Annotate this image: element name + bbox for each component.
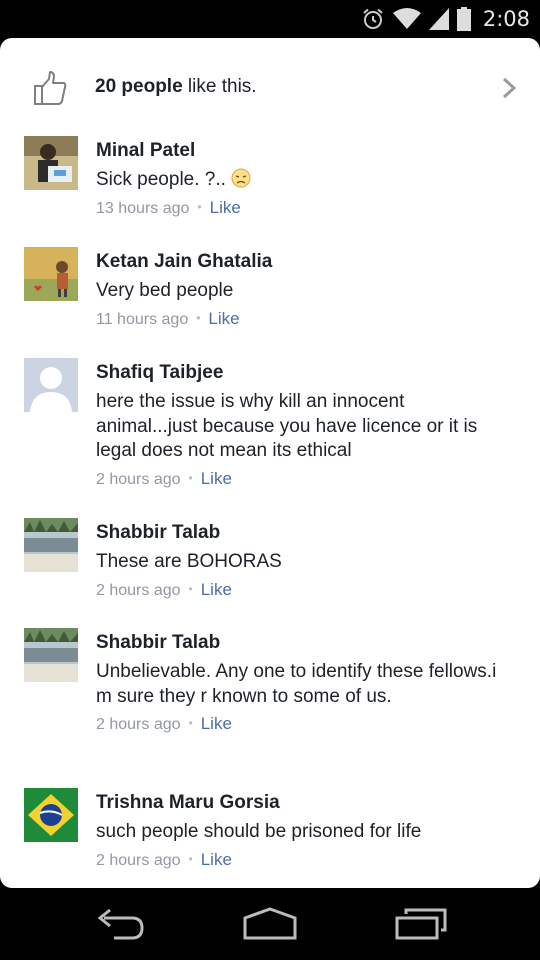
comment-body: Shabbir Talab Unbelievable. Any one to i…	[96, 631, 510, 736]
commenter-name[interactable]: Trishna Maru Gorsia	[96, 791, 510, 815]
thumbs-up-icon	[34, 71, 67, 105]
comment-meta: 2 hours ago • Like	[96, 713, 510, 736]
comment-body: Trishna Maru Gorsia such people should b…	[96, 791, 510, 872]
sad-face-emoji	[231, 168, 251, 188]
comment-meta: 2 hours ago • Like	[96, 849, 510, 872]
separator-dot: •	[188, 851, 193, 866]
comment-meta: 2 hours ago • Like	[96, 579, 510, 602]
avatar[interactable]	[24, 628, 78, 682]
like-link[interactable]: Like	[201, 714, 232, 733]
like-link[interactable]: Like	[208, 309, 239, 328]
avatar-photo	[24, 518, 78, 572]
comment-text: here the issue is why kill an innocent a…	[96, 391, 478, 461]
like-link[interactable]: Like	[210, 198, 241, 217]
comment-meta: 2 hours ago • Like	[96, 468, 510, 491]
signal-icon	[428, 8, 449, 30]
comment-text: Very bed people	[96, 280, 234, 301]
comment-body: Shafiq Taibjee here the issue is why kil…	[96, 361, 510, 491]
chevron-right-icon	[502, 77, 517, 99]
separator-dot: •	[188, 470, 193, 485]
likes-count: 20 people	[95, 76, 183, 97]
comment-text: Unbelievable. Any one to identify these …	[96, 661, 497, 707]
commenter-name[interactable]: Ketan Jain Ghatalia	[96, 250, 510, 274]
status-time: 2:08	[482, 7, 530, 31]
comment-meta: 11 hours ago • Like	[96, 308, 510, 331]
default-silhouette-icon	[24, 358, 78, 412]
back-icon[interactable]	[94, 906, 146, 942]
commenter-name[interactable]: Shabbir Talab	[96, 631, 510, 655]
separator-dot: •	[196, 310, 201, 325]
comment-body: Shabbir Talab These are BOHORAS 2 hours …	[96, 521, 510, 602]
status-bar: 2:08	[0, 0, 540, 38]
avatar[interactable]	[24, 788, 78, 842]
navigation-bar	[0, 888, 540, 960]
comment-time: 2 hours ago	[96, 716, 181, 733]
comment-text: These are BOHORAS	[96, 551, 282, 572]
comments-sheet: 20 people like this. Minal Patel Sick pe…	[0, 38, 540, 888]
comment-text: Sick people. ?..	[96, 168, 510, 193]
avatar[interactable]	[24, 358, 78, 412]
avatar[interactable]	[24, 136, 78, 190]
avatar-photo	[24, 628, 78, 682]
comment-time: 2 hours ago	[96, 470, 181, 488]
commenter-name[interactable]: Shabbir Talab	[96, 521, 510, 545]
separator-dot: •	[188, 581, 193, 596]
likes-count-text: 20 people like this.	[95, 76, 257, 98]
avatar-photo	[24, 247, 78, 301]
avatar[interactable]	[24, 518, 78, 572]
home-icon[interactable]	[242, 906, 298, 942]
likes-summary-row[interactable]: 20 people like this.	[0, 38, 540, 134]
separator-dot: •	[197, 199, 202, 214]
comment-time: 2 hours ago	[96, 581, 181, 599]
separator-dot: •	[188, 716, 193, 730]
commenter-name[interactable]: Shafiq Taibjee	[96, 361, 510, 385]
like-link[interactable]: Like	[201, 850, 232, 869]
comment-time: 13 hours ago	[96, 199, 190, 217]
like-link[interactable]: Like	[201, 580, 232, 599]
commenter-name[interactable]: Minal Patel	[96, 139, 510, 163]
comment-body: Ketan Jain Ghatalia Very bed people 11 h…	[96, 250, 510, 331]
avatar[interactable]	[24, 247, 78, 301]
comment-text-content: Sick people. ?..	[96, 169, 232, 190]
comment-time: 2 hours ago	[96, 851, 181, 869]
like-link[interactable]: Like	[201, 469, 232, 488]
status-icons: 2:08	[361, 4, 530, 34]
brazil-flag-icon	[24, 788, 78, 842]
comment-text: such people should be prisoned for life	[96, 821, 422, 842]
comment-body: Minal Patel Sick people. ?.. 13 hours ag…	[96, 139, 510, 220]
battery-icon	[456, 7, 471, 31]
recents-icon[interactable]	[394, 906, 448, 942]
comment-time: 11 hours ago	[96, 310, 189, 328]
alarm-icon	[363, 8, 383, 29]
comment-meta: 13 hours ago • Like	[96, 197, 510, 220]
likes-suffix: like this.	[182, 76, 257, 97]
wifi-icon	[392, 8, 421, 29]
avatar-photo	[24, 136, 78, 190]
